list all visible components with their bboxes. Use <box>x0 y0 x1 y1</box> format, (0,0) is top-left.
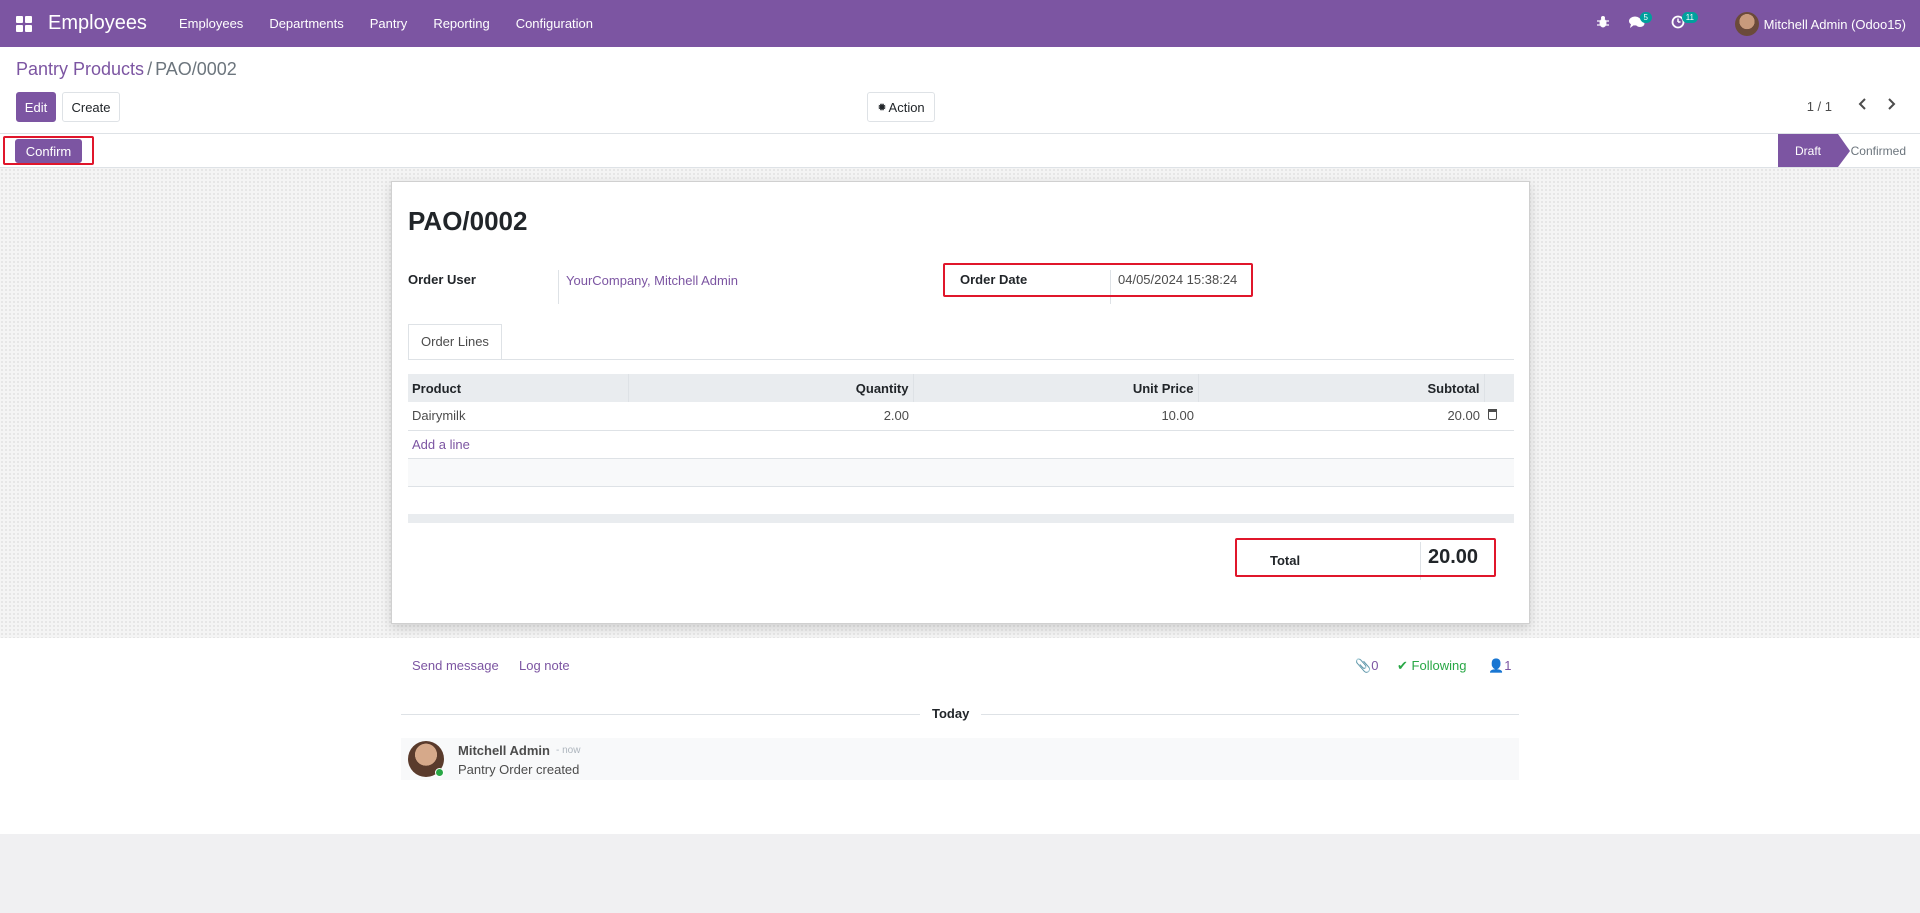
followers-button[interactable]: 👤1 <box>1488 658 1511 674</box>
check-icon: ✔ <box>1397 658 1408 673</box>
column-actions <box>1484 374 1514 402</box>
line-product[interactable]: Dairymilk <box>408 402 628 431</box>
action-button[interactable]: ✹ Action <box>867 92 935 122</box>
online-status-icon <box>435 768 444 777</box>
user-icon: 👤 <box>1488 658 1505 673</box>
record-title: PAO/0002 <box>408 206 528 236</box>
action-label: Action <box>888 99 925 115</box>
app-title[interactable]: Employees <box>48 12 147 35</box>
trash-icon[interactable] <box>1488 409 1497 421</box>
top-navbar: Employees Employees Departments Pantry R… <box>0 0 1920 47</box>
add-line-cell: Add a line <box>408 430 1514 459</box>
menu-configuration[interactable]: Configuration <box>503 0 606 47</box>
user-avatar[interactable] <box>1735 12 1759 36</box>
pager-value[interactable]: 1 / 1 <box>1807 99 1832 114</box>
pager-previous-icon[interactable] <box>1858 97 1868 116</box>
systray: 5 11 Mitchell Admin (Odoo15) <box>1580 0 1920 47</box>
empty-cell <box>408 458 1514 487</box>
message-item: Mitchell Admin - now Pantry Order create… <box>401 738 1519 780</box>
followers-count: 1 <box>1504 658 1512 673</box>
activity-badge: 11 <box>1681 12 1698 23</box>
menu-departments[interactable]: Departments <box>256 0 356 47</box>
table-footer <box>408 514 1514 523</box>
line-delete[interactable] <box>1484 402 1514 431</box>
order-date-highlight <box>943 263 1253 297</box>
following-button[interactable]: ✔ Following <box>1397 658 1466 674</box>
send-message-button[interactable]: Send message <box>412 658 499 673</box>
main-menu: Employees Departments Pantry Reporting C… <box>166 0 606 47</box>
add-line-link[interactable]: Add a line <box>412 437 470 452</box>
breadcrumb-parent[interactable]: Pantry Products <box>16 59 144 79</box>
stage-confirmed[interactable]: Confirmed <box>1851 144 1906 158</box>
table-row[interactable]: Dairymilk 2.00 10.00 20.00 <box>408 402 1514 431</box>
apps-menu-icon[interactable] <box>16 16 32 32</box>
pager-next-icon[interactable] <box>1886 97 1896 116</box>
control-panel: Pantry Products / PAO/0002 Edit Create ✹ A… <box>0 47 1920 134</box>
order-lines-table: Product Quantity Unit Price Subtotal Dai… <box>408 374 1514 487</box>
attachments-button[interactable]: 📎0 <box>1355 658 1378 674</box>
user-menu[interactable]: Mitchell Admin (Odoo15) <box>1764 17 1906 32</box>
following-label: Following <box>1411 658 1467 673</box>
date-separator: Today <box>920 706 982 721</box>
column-product[interactable]: Product <box>408 374 629 402</box>
attachments-count: 0 <box>1371 658 1379 673</box>
field-divider <box>558 270 559 304</box>
total-highlight <box>1235 538 1496 577</box>
line-quantity[interactable]: 2.00 <box>628 402 913 431</box>
message-time: - now <box>556 745 581 756</box>
message-author[interactable]: Mitchell Admin <box>458 743 550 758</box>
create-button[interactable]: Create <box>62 92 120 122</box>
column-quantity[interactable]: Quantity <box>628 374 914 402</box>
line-subtotal: 20.00 <box>1198 402 1484 431</box>
column-unit-price[interactable]: Unit Price <box>913 374 1199 402</box>
menu-employees[interactable]: Employees <box>166 0 256 47</box>
gear-icon: ✹ <box>877 101 887 114</box>
stage-draft[interactable]: Draft <box>1778 134 1850 167</box>
confirm-highlight <box>3 136 94 165</box>
order-user-label: Order User <box>408 272 476 287</box>
column-subtotal[interactable]: Subtotal <box>1198 374 1485 402</box>
edit-button[interactable]: Edit <box>16 92 56 122</box>
empty-row <box>408 458 1514 487</box>
line-unit-price[interactable]: 10.00 <box>913 402 1198 431</box>
breadcrumb-separator: / <box>147 59 153 79</box>
breadcrumb-current: PAO/0002 <box>155 59 237 79</box>
paperclip-icon: 📎 <box>1355 658 1372 673</box>
message-body: Pantry Order created <box>458 762 580 777</box>
chatter: Send message Log note 📎0 ✔ Following 👤1 … <box>0 638 1920 834</box>
tab-divider <box>408 359 1514 360</box>
statusbar: Confirm Draft Confirmed <box>0 134 1920 168</box>
add-line-row: Add a line <box>408 430 1514 459</box>
menu-pantry[interactable]: Pantry <box>357 0 421 47</box>
breadcrumb: Pantry Products / PAO/0002 <box>16 59 237 80</box>
menu-reporting[interactable]: Reporting <box>420 0 502 47</box>
bug-icon[interactable] <box>1596 15 1610 33</box>
tab-order-lines[interactable]: Order Lines <box>408 324 502 360</box>
order-user-field[interactable]: YourCompany, Mitchell Admin <box>566 273 738 288</box>
chat-badge: 5 <box>1639 12 1652 23</box>
log-note-button[interactable]: Log note <box>519 658 570 673</box>
